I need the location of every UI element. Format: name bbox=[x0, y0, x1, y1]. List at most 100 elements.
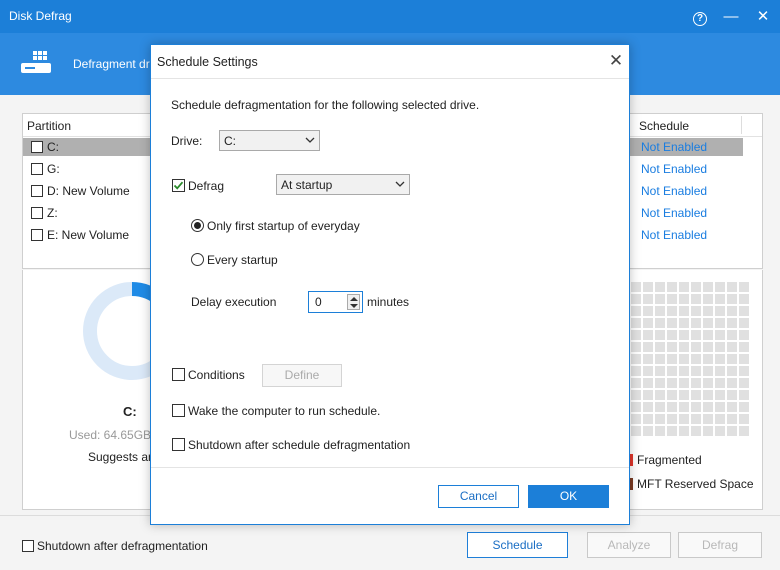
cluster-block bbox=[643, 390, 653, 400]
column-separator bbox=[741, 116, 742, 134]
radio-first-startup[interactable] bbox=[191, 219, 204, 232]
cluster-block bbox=[739, 318, 749, 328]
cluster-block bbox=[691, 318, 701, 328]
checkmark-icon bbox=[173, 181, 184, 190]
wake-computer-label[interactable]: Wake the computer to run schedule. bbox=[188, 404, 380, 418]
shutdown-after-defrag-label[interactable]: Shutdown after defragmentation bbox=[37, 539, 208, 553]
cluster-block bbox=[667, 366, 677, 376]
cluster-block bbox=[715, 306, 725, 316]
shutdown-after-schedule-checkbox[interactable] bbox=[172, 438, 185, 451]
cluster-block bbox=[655, 306, 665, 316]
analyze-button[interactable]: Analyze bbox=[587, 532, 671, 558]
header-label: Defragment driv bbox=[73, 57, 159, 71]
cluster-block bbox=[703, 294, 713, 304]
row-checkbox[interactable] bbox=[31, 141, 43, 153]
cluster-block bbox=[655, 330, 665, 340]
row-checkbox[interactable] bbox=[31, 207, 43, 219]
cluster-block bbox=[655, 390, 665, 400]
cluster-block bbox=[655, 426, 665, 436]
cluster-block bbox=[715, 282, 725, 292]
radio-every-startup-label[interactable]: Every startup bbox=[207, 253, 278, 267]
cluster-block bbox=[667, 318, 677, 328]
help-button[interactable]: ? bbox=[689, 6, 711, 28]
row-checkbox[interactable] bbox=[31, 229, 43, 241]
radio-every-startup[interactable] bbox=[191, 253, 204, 266]
cluster-block bbox=[691, 306, 701, 316]
dialog-close-button[interactable]: ✕ bbox=[606, 51, 626, 71]
conditions-label[interactable]: Conditions bbox=[188, 368, 245, 382]
stepper-down-icon[interactable] bbox=[350, 304, 358, 308]
cluster-block bbox=[715, 342, 725, 352]
defrag-button[interactable]: Defrag bbox=[678, 532, 762, 558]
column-header-schedule[interactable]: Schedule bbox=[639, 119, 689, 133]
cluster-block bbox=[715, 378, 725, 388]
schedule-status-link[interactable]: Not Enabled bbox=[641, 162, 707, 176]
conditions-checkbox[interactable] bbox=[172, 368, 185, 381]
cluster-block bbox=[715, 294, 725, 304]
schedule-status-link[interactable]: Not Enabled bbox=[641, 184, 707, 198]
minimize-button[interactable]: — bbox=[720, 6, 742, 28]
define-button[interactable]: Define bbox=[262, 364, 342, 387]
close-button[interactable]: ✕ bbox=[752, 6, 774, 28]
column-header-partition[interactable]: Partition bbox=[27, 119, 71, 133]
radio-first-startup-label[interactable]: Only first startup of everyday bbox=[207, 219, 360, 233]
cluster-block bbox=[703, 354, 713, 364]
cluster-block bbox=[715, 366, 725, 376]
cluster-block bbox=[643, 366, 653, 376]
cluster-block bbox=[667, 282, 677, 292]
cluster-block bbox=[679, 414, 689, 424]
cluster-block bbox=[739, 402, 749, 412]
cluster-block bbox=[727, 294, 737, 304]
cluster-block bbox=[739, 414, 749, 424]
partition-label: C: bbox=[47, 140, 59, 154]
row-checkbox[interactable] bbox=[31, 185, 43, 197]
partition-label: D: New Volume bbox=[47, 184, 130, 198]
trigger-select[interactable]: At startup bbox=[276, 174, 410, 195]
cluster-block bbox=[655, 282, 665, 292]
cluster-block bbox=[739, 366, 749, 376]
cluster-block bbox=[667, 306, 677, 316]
trigger-select-value: At startup bbox=[281, 178, 333, 192]
cluster-block bbox=[727, 282, 737, 292]
cluster-block bbox=[679, 402, 689, 412]
shutdown-after-schedule-label[interactable]: Shutdown after schedule defragmentation bbox=[188, 438, 410, 452]
cluster-block bbox=[691, 330, 701, 340]
defrag-checkbox[interactable] bbox=[172, 179, 185, 192]
cluster-block bbox=[679, 294, 689, 304]
cluster-block bbox=[667, 414, 677, 424]
schedule-status-link[interactable]: Not Enabled bbox=[641, 140, 707, 154]
cluster-block bbox=[691, 378, 701, 388]
drive-select[interactable]: C: bbox=[219, 130, 320, 151]
ok-button[interactable]: OK bbox=[528, 485, 609, 508]
partition-label: G: bbox=[47, 162, 60, 176]
schedule-status-link[interactable]: Not Enabled bbox=[641, 228, 707, 242]
cluster-block bbox=[631, 402, 641, 412]
stepper-up-icon[interactable] bbox=[350, 297, 358, 301]
row-checkbox[interactable] bbox=[31, 163, 43, 175]
cluster-block bbox=[715, 414, 725, 424]
cluster-block bbox=[643, 354, 653, 364]
dialog-footer: Cancel OK bbox=[151, 469, 629, 525]
stepper-arrows-icon[interactable] bbox=[347, 294, 360, 310]
cluster-block bbox=[715, 318, 725, 328]
shutdown-after-defrag-checkbox[interactable] bbox=[22, 540, 34, 552]
delay-stepper[interactable]: 0 bbox=[308, 291, 363, 313]
defrag-label[interactable]: Defrag bbox=[188, 179, 224, 193]
wake-computer-checkbox[interactable] bbox=[172, 404, 185, 417]
schedule-status-link[interactable]: Not Enabled bbox=[641, 206, 707, 220]
cluster-block bbox=[703, 282, 713, 292]
cluster-block bbox=[679, 342, 689, 352]
cluster-block bbox=[631, 282, 641, 292]
cluster-block bbox=[679, 318, 689, 328]
cluster-block bbox=[631, 306, 641, 316]
cluster-block bbox=[655, 378, 665, 388]
cluster-block bbox=[679, 426, 689, 436]
cluster-block bbox=[631, 294, 641, 304]
schedule-button[interactable]: Schedule bbox=[467, 532, 568, 558]
cluster-block bbox=[703, 426, 713, 436]
cancel-button[interactable]: Cancel bbox=[438, 485, 519, 508]
disk-defrag-icon bbox=[21, 51, 51, 73]
cluster-map bbox=[631, 282, 751, 444]
cluster-block bbox=[703, 390, 713, 400]
cluster-block bbox=[679, 366, 689, 376]
